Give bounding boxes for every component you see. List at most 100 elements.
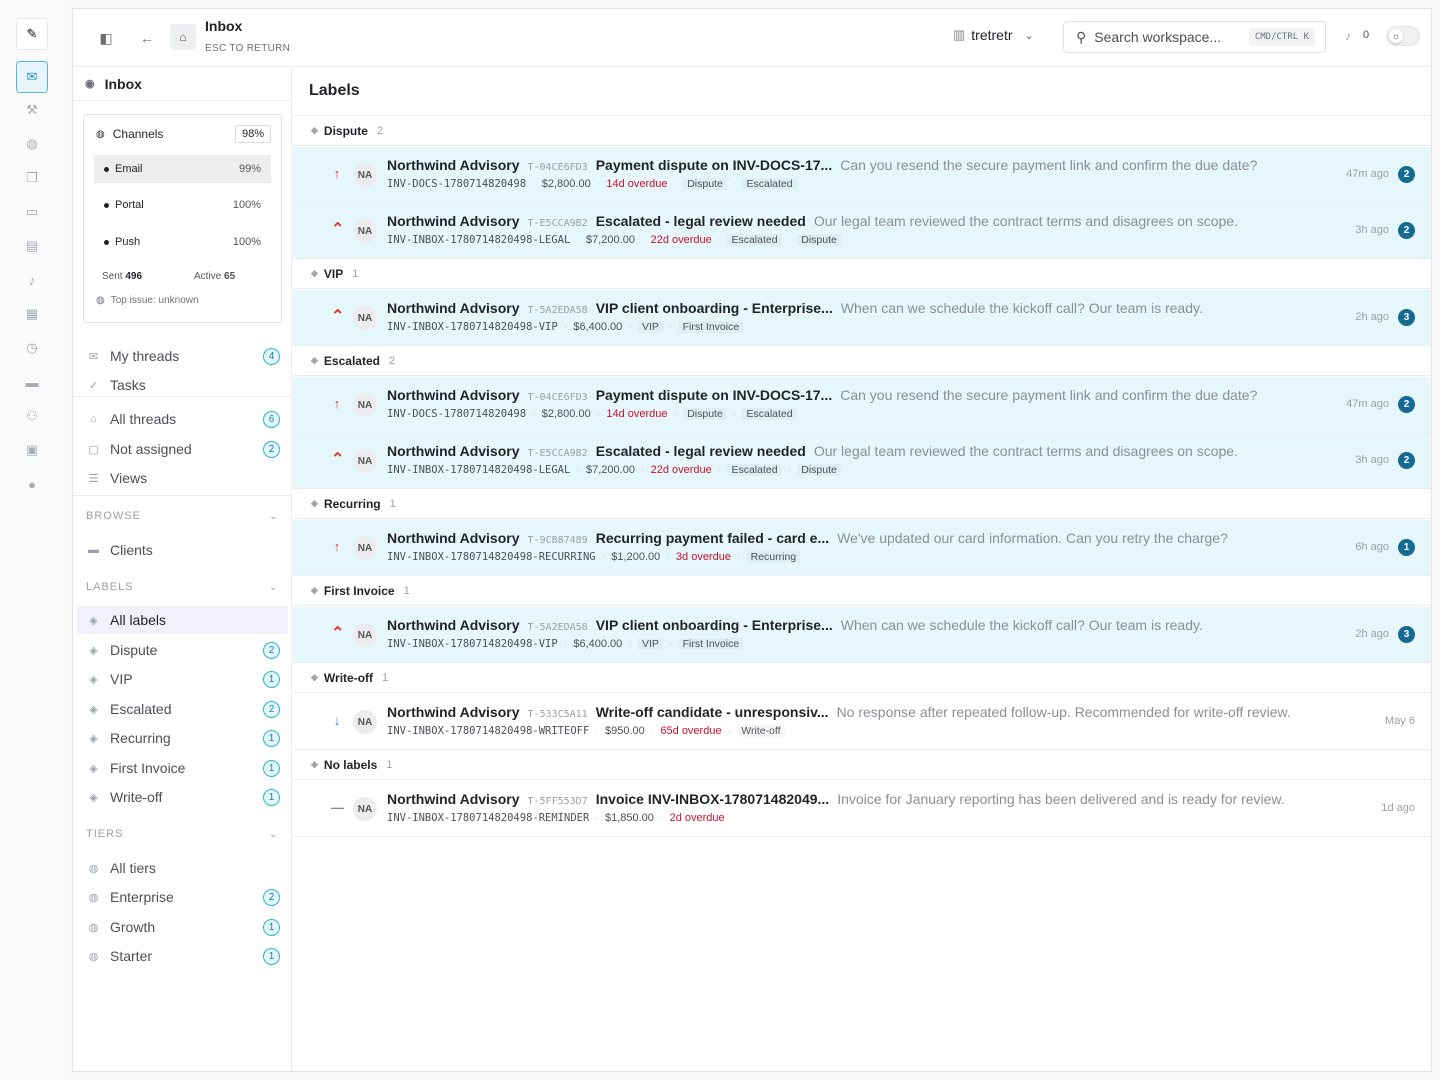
clock-icon[interactable]: ◷ (16, 332, 48, 364)
channel-email[interactable]: Email 99% (94, 155, 271, 183)
nav-clients[interactable]: ▬ Clients (77, 536, 288, 564)
bell-icon[interactable]: ♪ (16, 264, 48, 296)
label-vip[interactable]: ◈ VIP 1 (77, 665, 288, 693)
label-group-header[interactable]: ◈ VIP 1 (293, 259, 1431, 289)
label-group-header[interactable]: ◈ Write-off 1 (293, 663, 1431, 693)
search-placeholder: Search workspace... (1094, 29, 1222, 45)
tag-icon: ◈ (311, 672, 318, 682)
label-group-header[interactable]: ◈ Dispute 2 (293, 116, 1431, 146)
notification-icon[interactable]: ● (16, 468, 48, 500)
tools-icon[interactable]: ⚒ (16, 94, 48, 126)
tier-all[interactable]: ◍ All tiers (77, 854, 288, 882)
invoice-number: INV-DOCS-1780714820498 (387, 408, 527, 420)
chevron-down-icon[interactable]: ⌄ (269, 511, 277, 522)
group-count: 1 (403, 584, 410, 597)
invoice-number: INV-INBOX-1780714820498-LEGAL (387, 234, 571, 246)
separator: · (787, 464, 792, 476)
thread-row[interactable]: ↑ NA Northwind Advisory T-9CB87489 Recurring… (293, 520, 1431, 576)
thread-headline: Northwind Advisory T-E5CCA9B2 Escalated - … (387, 213, 1238, 229)
avatar: NA (353, 306, 377, 330)
thread-headline: Northwind Advisory T-5FF553D7 Invoice INV-… (387, 791, 1285, 807)
amount: $2,800.00 (541, 178, 591, 190)
nav-not-assigned[interactable]: ▢ Not assigned 2 (77, 435, 288, 463)
thread-subject: VIP client onboarding - Enterprise... (595, 617, 833, 633)
thread-row[interactable]: ⌃ NA Northwind Advisory T-E5CCA9B2 Escalated… (293, 203, 1431, 259)
label-group-header[interactable]: ◈ First Invoice 1 (293, 576, 1431, 606)
separator: · (650, 725, 655, 737)
tier-growth[interactable]: ◍ Growth 1 (77, 913, 288, 941)
tag-icon: ◈ (311, 268, 318, 278)
nav-all-threads[interactable]: ⌂ All threads 6 (77, 405, 288, 433)
tier-enterprise[interactable]: ◍ Enterprise 2 (77, 883, 288, 911)
invoice-number: INV-INBOX-1780714820498-WRITEOFF (387, 725, 590, 737)
sent-stat: Sent 496 (102, 271, 142, 282)
separator: · (787, 234, 792, 246)
archive-icon[interactable]: ▣ (16, 434, 48, 466)
label-group-header[interactable]: ◈ Recurring 1 (293, 489, 1431, 519)
nav-tasks[interactable]: ✓ Tasks (77, 371, 288, 399)
label-recurring[interactable]: ◈ Recurring 1 (77, 724, 288, 752)
copy-icon[interactable]: ❐ (16, 162, 48, 194)
nav-views[interactable]: ☰ Views (77, 464, 288, 492)
label-dispute[interactable]: ◈ Dispute 2 (77, 636, 288, 664)
unread-count-badge: 2 (1398, 452, 1415, 469)
users-icon[interactable]: ⚇ (16, 400, 48, 432)
pen-icon[interactable]: ✎ (16, 18, 48, 50)
unread-count-badge: 2 (1398, 396, 1415, 413)
label-first-invoice[interactable]: ◈ First Invoice 1 (77, 754, 288, 782)
labels-section-title: LABELS (86, 581, 134, 593)
thread-row[interactable]: ↓ NA Northwind Advisory T-533C5A11 Write-off… (293, 694, 1431, 750)
sidebar-toggle-icon[interactable]: ◧ (95, 27, 117, 49)
count-badge: 1 (263, 729, 280, 747)
globe-icon[interactable]: ◍ (16, 128, 48, 160)
thread-subject: Escalated - legal review needed (595, 443, 806, 459)
notifications-bell-icon[interactable]: ♪ (1345, 29, 1351, 43)
separator: · (732, 408, 737, 420)
separator: · (736, 551, 741, 563)
thread-row[interactable]: ⌃ NA Northwind Advisory T-E5CCA9B2 Escalated… (293, 433, 1431, 489)
label-escalated[interactable]: ◈ Escalated 2 (77, 695, 288, 723)
chevron-down-icon[interactable]: ⌄ (269, 582, 277, 593)
search-input[interactable]: ⚲ Search workspace... CMD/CTRL K (1063, 21, 1326, 53)
card-icon[interactable]: ▭ (16, 196, 48, 228)
doc-settings-icon[interactable]: ▦ (16, 298, 48, 330)
nav-label: Escalated (110, 701, 172, 717)
workspace-switcher[interactable]: ▥ tretretr ⌄ (953, 27, 1034, 43)
nav-my-threads[interactable]: ✉ My threads 4 (77, 342, 288, 370)
invoice-number: INV-INBOX-1780714820498-REMINDER (387, 812, 590, 824)
doc-check-icon[interactable]: ▤ (16, 230, 48, 262)
channel-value: 99% (238, 163, 261, 175)
tag-icon: ◈ (311, 585, 318, 595)
avatar: NA (353, 163, 377, 187)
thread-meta: INV-DOCS-1780714820498 · $2,800.00 · 14d ove… (387, 408, 797, 420)
thread-row[interactable]: ⌃ NA Northwind Advisory T-5A2EDA58 VIP clien… (293, 290, 1431, 346)
overdue-status: 14d overdue (606, 408, 668, 420)
overdue-status: 22d overdue (650, 464, 712, 476)
group-count: 1 (382, 671, 389, 684)
back-arrow-icon[interactable]: ← (136, 27, 158, 49)
chevron-down-icon[interactable]: ⌄ (269, 829, 277, 840)
inbox-icon[interactable]: ✉ (16, 61, 48, 93)
tier-starter[interactable]: ◍ Starter 1 (77, 942, 288, 970)
label-write-off[interactable]: ◈ Write-off 1 (77, 783, 288, 811)
tag-icon: ◈ (89, 644, 98, 657)
channel-push[interactable]: Push 100% (94, 228, 271, 256)
priority-urgent-icon: ⌃ (331, 625, 345, 642)
sidebar-header: ◉ Inbox (73, 67, 291, 101)
thread-row[interactable]: ↑ NA Northwind Advisory T-04CE6FD3 Payment d… (293, 377, 1431, 433)
icon-rail: ✎ ✉ ⚒ ◍ ❐ ▭ ▤ ♪ ▦ ◷ ▬ ⚇ ▣ ● (0, 0, 64, 1080)
count-badge: 2 (263, 440, 280, 458)
thread-row[interactable]: — NA Northwind Advisory T-5FF553D7 Invoice I… (293, 781, 1431, 837)
folder-icon[interactable]: ▬ (16, 366, 48, 398)
label-all[interactable]: ◈ All labels (77, 606, 288, 634)
separator: · (640, 464, 645, 476)
channel-portal[interactable]: Portal 100% (94, 191, 271, 219)
thread-row[interactable]: ↑ NA Northwind Advisory T-04CE6FD3 Payment d… (293, 147, 1431, 203)
invoice-number: INV-DOCS-1780714820498 (387, 178, 527, 190)
inbox-icon: ✉ (88, 350, 99, 363)
label-group-header[interactable]: ◈ Escalated 2 (293, 346, 1431, 376)
theme-toggle[interactable]: ☼ (1386, 26, 1420, 46)
label-group-header[interactable]: ◈ No labels 1 (293, 750, 1431, 780)
check-circle-icon: ✓ (88, 379, 99, 392)
thread-row[interactable]: ⌃ NA Northwind Advisory T-5A2EDA58 VIP clien… (293, 607, 1431, 663)
